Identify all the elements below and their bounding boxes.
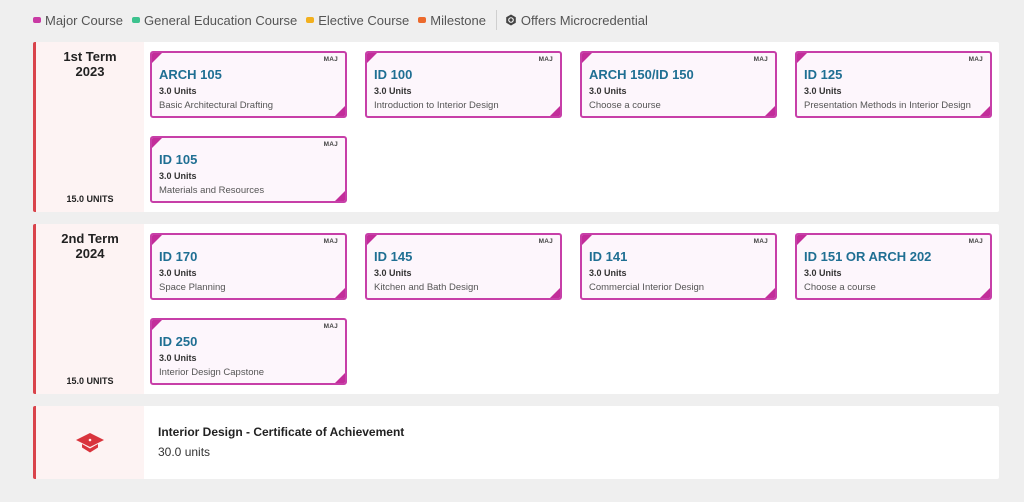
legend-item-milestone: Milestone: [418, 13, 486, 28]
course-type-tag: MAJ: [538, 56, 553, 63]
course-type-tag: MAJ: [968, 56, 983, 63]
term-name: 2nd Term 2024: [36, 231, 144, 261]
course-card[interactable]: MAJ ID 105 3.0 Units Materials and Resou…: [150, 136, 347, 203]
term-units: 15.0 UNITS: [66, 376, 114, 386]
course-units: 3.0 Units: [374, 86, 412, 96]
legend-label: Major Course: [45, 12, 124, 28]
course-type-tag: MAJ: [323, 323, 338, 330]
certificate-milestone[interactable]: Interior Design - Certificate of Achieve…: [33, 406, 999, 479]
course-code: ID 151 OR ARCH 202: [804, 249, 932, 264]
course-type-tag: MAJ: [753, 56, 768, 63]
course-title: Choose a course: [804, 282, 876, 293]
course-code: ID 250: [159, 334, 198, 349]
legend: Major Course General Education Course El…: [33, 10, 657, 30]
course-code: ID 105: [159, 152, 198, 167]
legend-item-microcredential: Offers Microcredential: [505, 13, 648, 28]
course-card[interactable]: MAJ ID 125 3.0 Units Presentation Method…: [795, 51, 992, 118]
course-type-tag: MAJ: [968, 238, 983, 245]
course-code: ID 145: [374, 249, 413, 264]
graduation-cap-icon: [76, 432, 104, 452]
course-units: 3.0 Units: [159, 171, 197, 181]
legend-item-elective: Elective Course: [306, 13, 409, 28]
course-units: 3.0 Units: [159, 268, 197, 278]
elective-swatch-icon: [306, 17, 315, 23]
term-label: 1st Term: [63, 49, 117, 64]
course-type-tag: MAJ: [753, 238, 768, 245]
term-units: 15.0 UNITS: [66, 194, 114, 204]
course-title: Commercial Interior Design: [589, 282, 705, 293]
course-title: Choose a course: [589, 100, 661, 111]
course-card[interactable]: MAJ ID 250 3.0 Units Interior Design Cap…: [150, 318, 347, 385]
course-title: Kitchen and Bath Design: [374, 282, 479, 293]
course-card[interactable]: MAJ ID 141 3.0 Units Commercial Interior…: [580, 233, 777, 300]
course-code: ID 100: [374, 67, 413, 82]
course-title: Space Planning: [159, 282, 226, 293]
course-units: 3.0 Units: [159, 86, 197, 96]
term-1: 1st Term 2023 15.0 UNITS MAJ ARCH 105 3.…: [33, 42, 999, 212]
course-type-tag: MAJ: [323, 141, 338, 148]
term-year: 2023: [75, 64, 105, 79]
legend-label: General Education Course: [144, 12, 298, 28]
certificate-title: Interior Design - Certificate of Achieve…: [158, 425, 405, 439]
term-header: 1st Term 2023 15.0 UNITS: [36, 42, 144, 212]
course-title: Presentation Methods in Interior Design: [804, 100, 971, 111]
legend-item-general-education: General Education Course: [132, 13, 297, 28]
course-card[interactable]: MAJ ID 170 3.0 Units Space Planning: [150, 233, 347, 300]
course-card[interactable]: MAJ ID 100 3.0 Units Introduction to Int…: [365, 51, 562, 118]
legend-label: Milestone: [430, 12, 486, 28]
course-code: ID 125: [804, 67, 843, 82]
course-code: ID 170: [159, 249, 198, 264]
legend-label: Elective Course: [318, 12, 410, 28]
course-units: 3.0 Units: [589, 86, 627, 96]
milestone-swatch-icon: [418, 17, 427, 23]
certificate-icon-panel: [36, 406, 144, 479]
course-code: ARCH 105: [159, 67, 222, 82]
course-code: ID 141: [589, 249, 628, 264]
course-units: 3.0 Units: [159, 353, 197, 363]
course-units: 3.0 Units: [374, 268, 412, 278]
course-code: ARCH 150/ID 150: [589, 67, 694, 82]
legend-divider: [495, 10, 497, 30]
course-card[interactable]: MAJ ID 151 OR ARCH 202 3.0 Units Choose …: [795, 233, 992, 300]
course-units: 3.0 Units: [804, 268, 842, 278]
major-swatch-icon: [33, 17, 41, 23]
course-title: Materials and Resources: [159, 185, 265, 196]
course-title: Introduction to Interior Design: [374, 100, 499, 111]
term-label: 2nd Term: [61, 231, 119, 246]
course-card[interactable]: MAJ ID 145 3.0 Units Kitchen and Bath De…: [365, 233, 562, 300]
course-type-tag: MAJ: [323, 56, 338, 63]
course-units: 3.0 Units: [589, 268, 627, 278]
course-title: Basic Architectural Drafting: [159, 100, 274, 111]
course-card[interactable]: MAJ ARCH 105 3.0 Units Basic Architectur…: [150, 51, 347, 118]
course-card[interactable]: MAJ ARCH 150/ID 150 3.0 Units Choose a c…: [580, 51, 777, 118]
course-type-tag: MAJ: [323, 238, 338, 245]
course-type-tag: MAJ: [538, 238, 553, 245]
legend-item-major: Major Course: [33, 13, 123, 28]
course-units: 3.0 Units: [804, 86, 842, 96]
microcredential-badge-icon: [506, 14, 516, 26]
certificate-units: 30.0 units: [158, 445, 211, 459]
term-name: 1st Term 2023: [36, 49, 144, 79]
course-title: Interior Design Capstone: [159, 367, 265, 378]
term-year: 2024: [75, 246, 105, 261]
general-education-swatch-icon: [132, 17, 141, 23]
term-2: 2nd Term 2024 15.0 UNITS MAJ ID 170 3.0 …: [33, 224, 999, 394]
legend-label: Offers Microcredential: [520, 12, 648, 28]
term-header: 2nd Term 2024 15.0 UNITS: [36, 224, 144, 394]
